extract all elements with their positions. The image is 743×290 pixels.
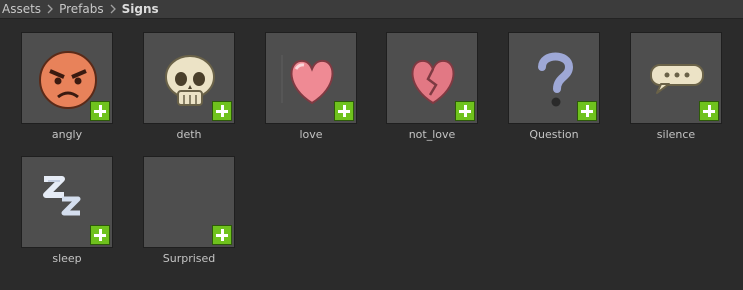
asset-item-sleep[interactable]: sleep	[17, 156, 117, 272]
asset-item-question[interactable]: Question	[504, 32, 604, 148]
add-prefab-badge	[577, 101, 597, 121]
asset-thumbnail	[508, 32, 600, 124]
asset-label: Surprised	[162, 252, 216, 265]
asset-thumbnail	[265, 32, 357, 124]
asset-label: not_love	[408, 128, 456, 141]
asset-label: Question	[529, 128, 579, 141]
asset-label: love	[299, 128, 323, 141]
add-prefab-badge	[90, 225, 110, 245]
asset-item-silence[interactable]: silence	[626, 32, 726, 148]
asset-label: deth	[176, 128, 202, 141]
add-prefab-badge	[212, 225, 232, 245]
asset-thumbnail	[21, 156, 113, 248]
add-prefab-badge	[455, 101, 475, 121]
asset-label: angly	[51, 128, 83, 141]
asset-thumbnail	[21, 32, 113, 124]
asset-item-love[interactable]: love	[261, 32, 361, 148]
add-prefab-badge	[699, 101, 719, 121]
add-prefab-badge	[212, 101, 232, 121]
asset-thumbnail	[143, 156, 235, 248]
asset-label: silence	[656, 128, 696, 141]
asset-thumbnail	[630, 32, 722, 124]
add-prefab-badge	[90, 101, 110, 121]
asset-thumbnail	[386, 32, 478, 124]
asset-item-angly[interactable]: angly	[17, 32, 117, 148]
breadcrumb-prefabs[interactable]: Prefabs	[59, 2, 104, 16]
asset-item-surprised[interactable]: Surprised	[139, 156, 239, 272]
breadcrumb: Assets Prefabs Signs	[0, 0, 743, 19]
breadcrumb-signs[interactable]: Signs	[122, 2, 159, 16]
breadcrumb-assets[interactable]: Assets	[2, 2, 41, 16]
chevron-right-icon	[104, 3, 122, 15]
asset-item-not-love[interactable]: not_love	[382, 32, 482, 148]
add-prefab-badge	[334, 101, 354, 121]
asset-thumbnail	[143, 32, 235, 124]
asset-label: sleep	[52, 252, 82, 265]
asset-item-deth[interactable]: deth	[139, 32, 239, 148]
chevron-right-icon	[41, 3, 59, 15]
